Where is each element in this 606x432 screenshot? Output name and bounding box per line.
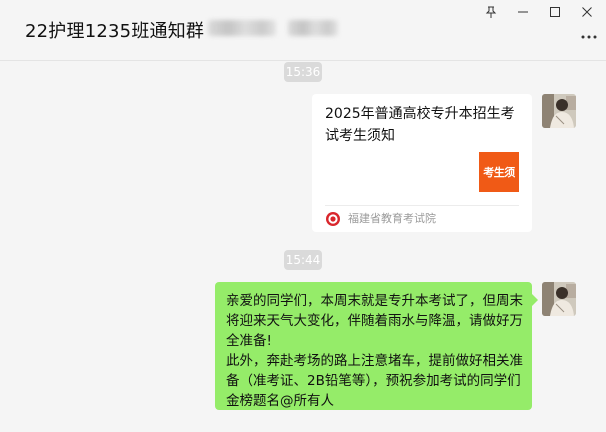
blurred-info [288, 20, 338, 36]
card-thumbnail: 考生须 [479, 152, 519, 192]
timestamp: 15:36 [284, 62, 322, 82]
maximize-icon [550, 7, 560, 17]
chat-title[interactable]: 22护理1235班通知群 [25, 17, 204, 43]
close-icon [582, 7, 592, 17]
pin-icon [485, 6, 497, 18]
pin-button[interactable] [476, 2, 506, 22]
message-paragraph: 亲爱的同学们，本周末就是专升本考试了，但周末将迎来天气大变化，伴随着雨水与降温，… [226, 293, 523, 349]
avatar[interactable] [542, 94, 576, 128]
avatar[interactable] [542, 282, 576, 316]
source-logo-icon [326, 212, 340, 226]
card-source: 福建省教育考试院 [348, 212, 436, 225]
card-divider [325, 205, 519, 206]
message-paragraph: 此外，奔赴考场的路上注意堵车，提前做好相关准备（准考证、2B铅笔等），预祝参加考… [226, 353, 523, 409]
avatar-image [542, 282, 576, 316]
more-options-button[interactable] [577, 30, 601, 44]
maximize-button[interactable] [540, 2, 570, 22]
timestamp: 15:44 [284, 250, 322, 270]
minimize-button[interactable] [508, 2, 538, 22]
avatar-image [542, 94, 576, 128]
text-message-bubble[interactable]: 亲爱的同学们，本周末就是专升本考试了，但周末将迎来天气大变化，伴随着雨水与降温，… [215, 282, 538, 410]
link-card-message[interactable]: 2025年普通高校专升本招生考试考生须知 考生须 福建省教育考试院 [312, 94, 532, 232]
chat-header: 22护理1235班通知群 [0, 0, 606, 61]
close-button[interactable] [572, 2, 602, 22]
more-dots-icon [581, 35, 597, 39]
minimize-icon [518, 11, 528, 13]
blurred-member-count [208, 20, 276, 36]
card-title: 2025年普通高校专升本招生考试考生须知 [325, 106, 515, 144]
